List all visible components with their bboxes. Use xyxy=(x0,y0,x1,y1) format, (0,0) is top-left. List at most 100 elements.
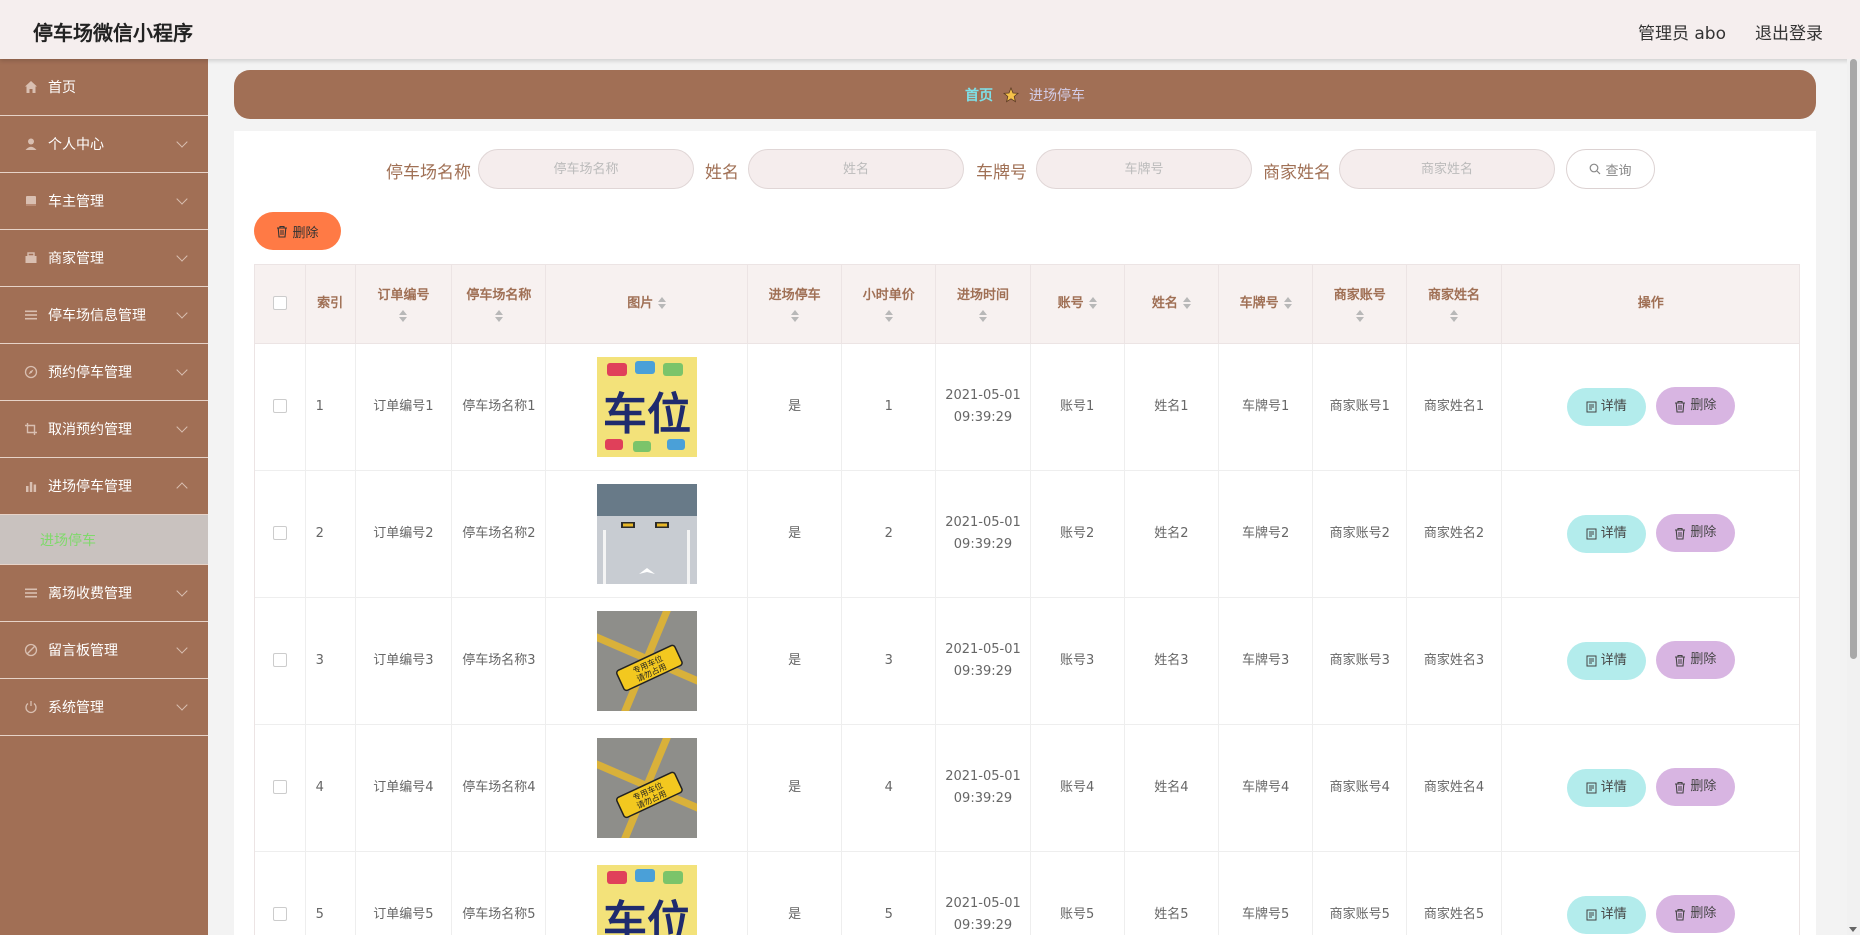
merchant-account-cell: 商家账号1 xyxy=(1312,343,1408,471)
row-thumbnail-image[interactable]: 专用车位请勿占用 xyxy=(596,737,697,838)
delete-button[interactable]: 删除 xyxy=(1655,895,1735,934)
entered-cell: 是 xyxy=(747,851,843,935)
row-checkbox[interactable] xyxy=(272,399,287,413)
row-thumbnail-image[interactable] xyxy=(596,483,697,584)
merchant-name-input[interactable] xyxy=(1339,149,1555,189)
merchant-name-cell: 商家姓名1 xyxy=(1406,343,1502,471)
col-merchant-name[interactable]: 商家姓名 xyxy=(1406,265,1502,344)
sort-icon[interactable] xyxy=(1355,309,1364,322)
sort-icon[interactable] xyxy=(494,309,503,322)
chevron-down-icon xyxy=(176,250,188,262)
col-hourly-price[interactable]: 小时单价 xyxy=(841,265,937,344)
col-lot-name[interactable]: 停车场名称 xyxy=(451,265,547,344)
scrollbar-thumb[interactable] xyxy=(1850,59,1857,659)
sort-icon[interactable] xyxy=(1182,297,1191,310)
chevron-up-icon xyxy=(176,482,188,494)
sort-icon[interactable] xyxy=(1088,297,1097,310)
sidebar-item-personal-center[interactable]: 个人中心 xyxy=(0,116,208,173)
detail-button[interactable]: 详情 xyxy=(1566,895,1646,934)
row-checkbox[interactable] xyxy=(272,653,287,667)
image-cell: 专用车位 请勿占用 xyxy=(545,724,748,852)
row-checkbox[interactable] xyxy=(272,780,287,794)
col-entry-time[interactable]: 进场时间 xyxy=(935,265,1031,344)
sidebar-item-cancel-reservation-management[interactable]: 取消预约管理 xyxy=(0,401,208,458)
col-account[interactable]: 账号 xyxy=(1030,265,1125,344)
detail-button-label: 详情 xyxy=(1600,652,1627,668)
document-icon xyxy=(1586,909,1601,921)
sort-icon[interactable] xyxy=(790,309,799,322)
scroll-down-arrow-icon[interactable] xyxy=(1849,927,1857,932)
detail-button[interactable]: 详情 xyxy=(1566,641,1646,680)
detail-button[interactable]: 详情 xyxy=(1566,514,1646,553)
account-cell: 账号2 xyxy=(1030,470,1125,598)
chevron-down-icon xyxy=(176,585,188,597)
document-icon xyxy=(1586,401,1601,413)
crop-icon xyxy=(23,421,39,437)
table-row: 4 订单编号4 停车场名称4 专用车位 请勿占用 是 4 2021-05-01 0… xyxy=(255,724,1799,852)
name-input[interactable] xyxy=(748,149,964,189)
col-order-no[interactable]: 订单编号 xyxy=(355,265,453,344)
bulk-delete-button[interactable]: 删除 xyxy=(254,212,341,250)
sort-icon[interactable] xyxy=(884,309,893,322)
lot-name-cell: 停车场名称4 xyxy=(451,724,547,852)
index-cell: 3 xyxy=(305,597,356,725)
plate-input[interactable] xyxy=(1036,149,1252,189)
sidebar-subitem-entry-parking[interactable]: 进场停车 xyxy=(0,515,208,565)
sidebar-item-home[interactable]: 首页 xyxy=(0,59,208,116)
data-table-container: 索引 订单编号 停车场名称 图片 进场停车 小时单价 进场时间 账号 姓名 车牌… xyxy=(254,264,1800,935)
row-checkbox[interactable] xyxy=(272,526,287,540)
sidebar-item-message-board-management[interactable]: 留言板管理 xyxy=(0,622,208,679)
account-cell: 账号4 xyxy=(1030,724,1125,852)
page-scrollbar[interactable] xyxy=(1847,59,1860,935)
lot-name-label: 停车场名称 xyxy=(386,163,471,183)
row-thumbnail-image[interactable]: 车位 xyxy=(596,864,697,935)
sort-icon[interactable] xyxy=(1449,309,1458,322)
sidebar-item-system-management[interactable]: 系统管理 xyxy=(0,679,208,736)
sidebar-item-lot-info-management[interactable]: 停车场信息管理 xyxy=(0,287,208,344)
name-cell: 姓名5 xyxy=(1124,851,1219,935)
table-body: 1 订单编号1 停车场名称1 车位 是 1 2021-05-01 09:39:2… xyxy=(255,343,1799,935)
col-plate[interactable]: 车牌号 xyxy=(1218,265,1314,344)
delete-button[interactable]: 删除 xyxy=(1655,768,1735,807)
delete-button[interactable]: 删除 xyxy=(1655,641,1735,680)
trash-icon xyxy=(1674,654,1690,667)
sort-icon[interactable] xyxy=(399,309,408,322)
user-icon xyxy=(23,136,39,152)
row-thumbnail-image[interactable]: 专用车位请勿占用 xyxy=(596,610,697,711)
app-title: 停车场微信小程序 xyxy=(33,21,193,45)
col-entered[interactable]: 进场停车 xyxy=(747,265,843,344)
lot-name-input[interactable] xyxy=(478,149,694,189)
bar-chart-icon xyxy=(23,478,39,494)
sidebar-item-entry-parking-management[interactable]: 进场停车管理 xyxy=(0,458,208,515)
col-merchant-account[interactable]: 商家账号 xyxy=(1312,265,1408,344)
row-checkbox[interactable] xyxy=(272,907,287,921)
sidebar-item-reservation-management[interactable]: 预约停车管理 xyxy=(0,344,208,401)
delete-button[interactable]: 删除 xyxy=(1655,387,1735,426)
logout-link[interactable]: 退出登录 xyxy=(1755,19,1823,44)
sidebar-item-exit-fee-management[interactable]: 离场收费管理 xyxy=(0,565,208,622)
sort-icon[interactable] xyxy=(1283,297,1292,310)
col-image[interactable]: 图片 xyxy=(545,265,748,344)
col-name[interactable]: 姓名 xyxy=(1124,265,1219,344)
book-icon xyxy=(23,193,39,209)
detail-button[interactable]: 详情 xyxy=(1566,768,1646,807)
document-icon xyxy=(1586,655,1601,667)
select-all-checkbox[interactable] xyxy=(272,296,287,311)
sort-icon[interactable] xyxy=(658,297,667,310)
sidebar-item-merchant-management[interactable]: 商家管理 xyxy=(0,230,208,287)
sort-icon[interactable] xyxy=(978,309,987,322)
query-button[interactable]: 查询 xyxy=(1566,149,1655,189)
row-select-cell xyxy=(255,597,306,725)
entry-time-cell: 2021-05-01 09:39:29 xyxy=(935,597,1031,725)
sidebar-item-label: 留言板管理 xyxy=(48,643,118,659)
image-cell: 专用车位 请勿占用 xyxy=(545,597,748,725)
delete-button[interactable]: 删除 xyxy=(1655,514,1735,553)
table-row: 2 订单编号2 停车场名称2 是 2 2021-05-01 09:39:29 账… xyxy=(255,470,1799,598)
detail-button[interactable]: 详情 xyxy=(1566,387,1646,426)
document-icon xyxy=(1586,528,1601,540)
plate-cell: 车牌号1 xyxy=(1218,343,1314,471)
sidebar-item-owner-management[interactable]: 车主管理 xyxy=(0,173,208,230)
row-thumbnail-image[interactable]: 车位 xyxy=(596,356,697,457)
breadcrumb-home-link[interactable]: 首页 xyxy=(965,85,993,105)
power-icon xyxy=(23,699,39,715)
